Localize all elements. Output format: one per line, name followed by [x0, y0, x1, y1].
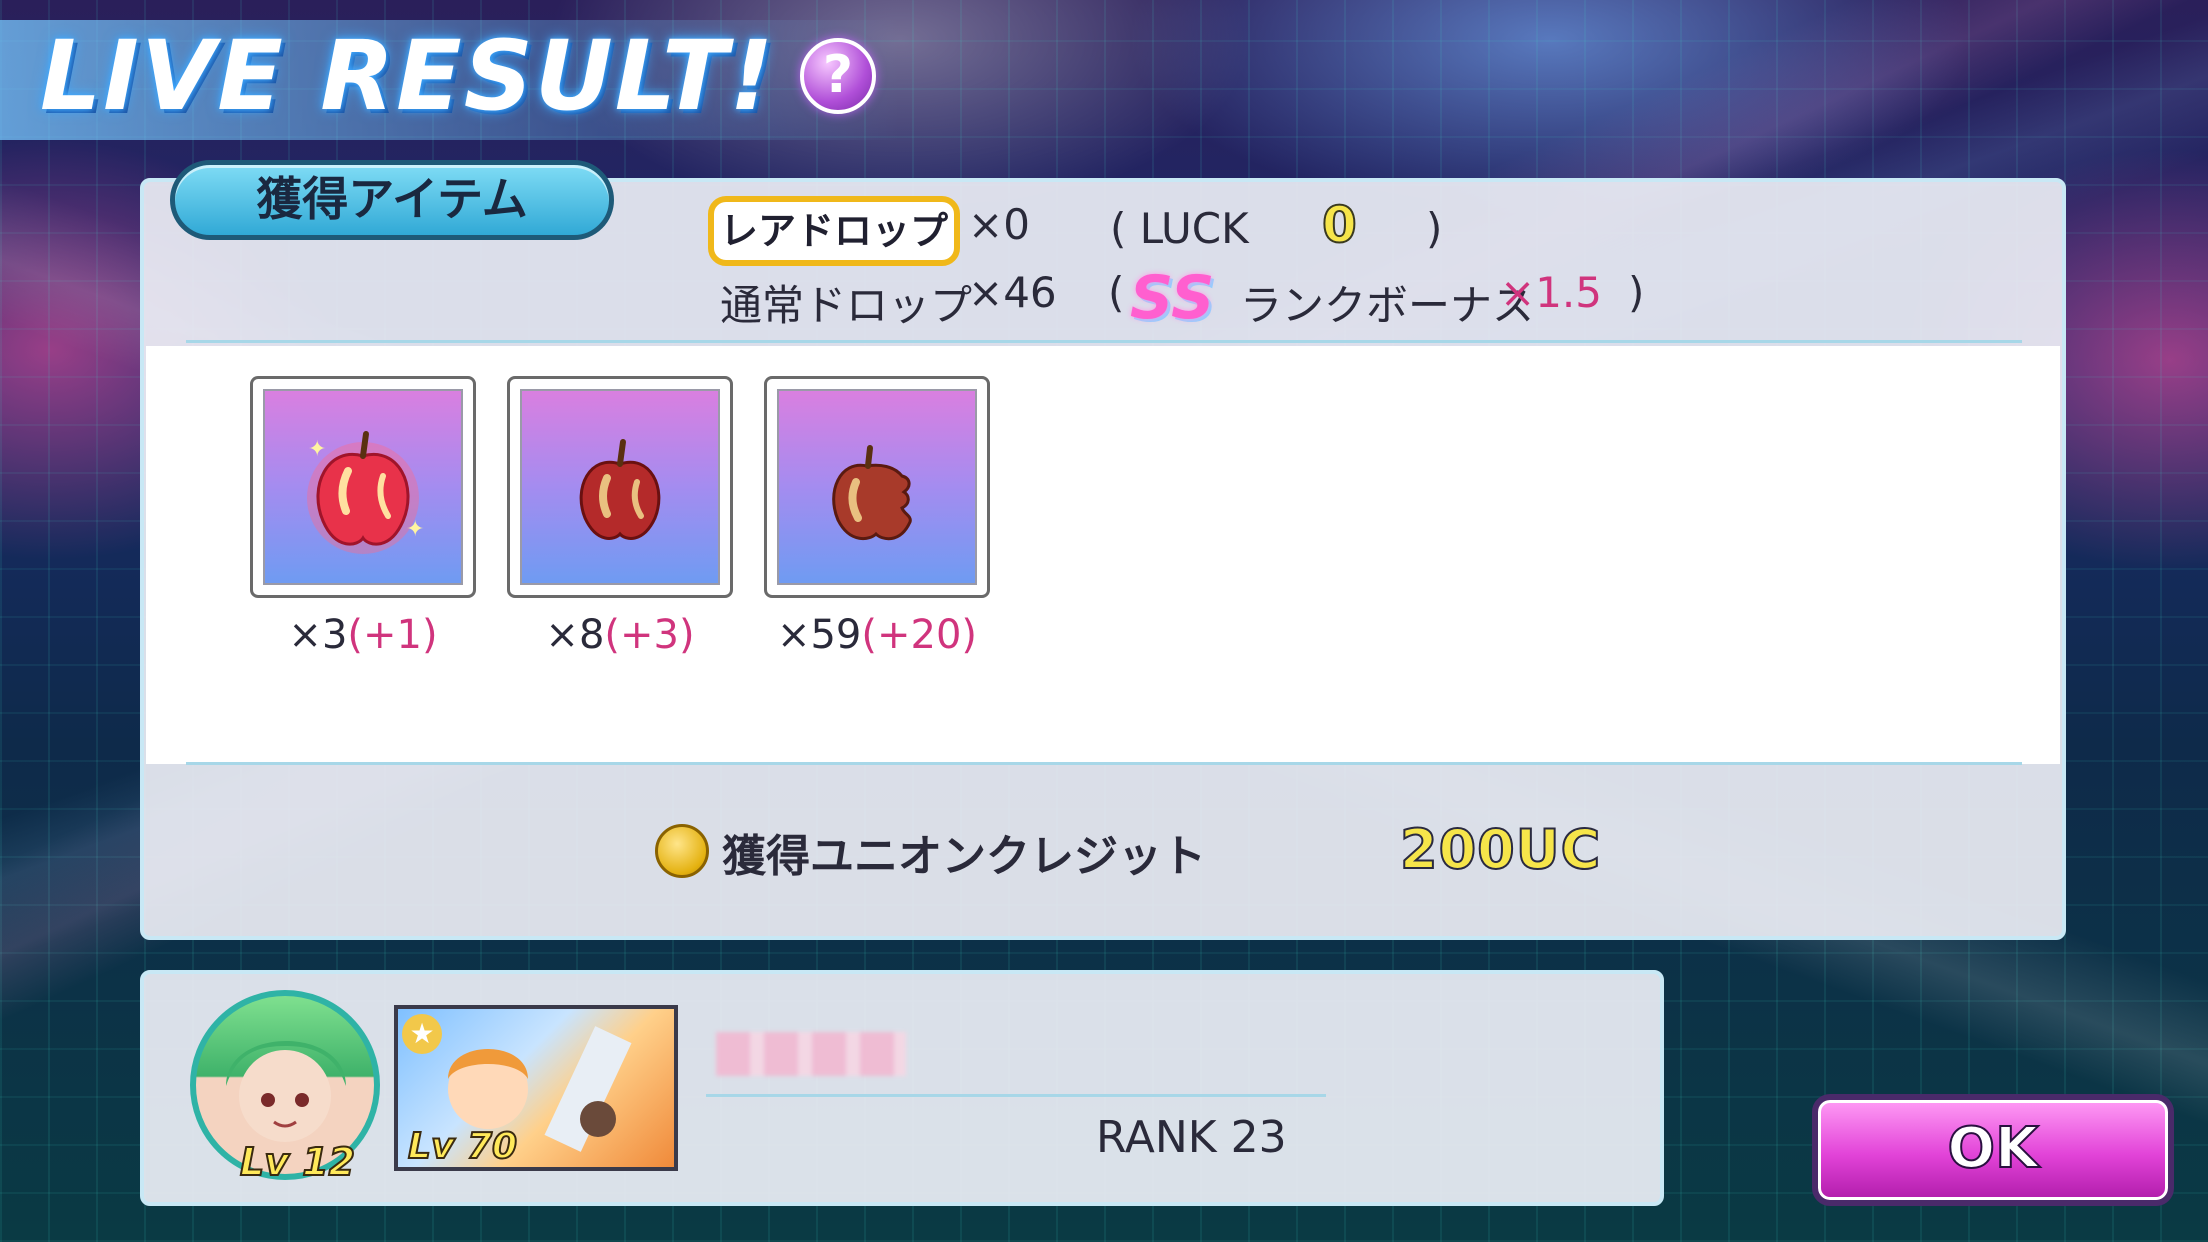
acquired-items-tab: 獲得アイテム [170, 160, 614, 240]
rank-bonus-close: ) [1628, 268, 1645, 317]
rare-drop-count: ×0 [968, 200, 1030, 249]
rare-drop-badge: レアドロップ [708, 196, 960, 266]
golden-apple-icon: ✦ ✦ [307, 430, 424, 554]
item-count: ×8 [545, 612, 605, 658]
help-button[interactable]: ? [800, 38, 876, 114]
page-title: LIVE RESULT! [40, 20, 776, 132]
union-credit-coin-icon [655, 824, 709, 878]
normal-drop-count: ×46 [968, 268, 1057, 317]
svg-text:✦: ✦ [308, 437, 326, 462]
ok-button[interactable]: OK [1812, 1094, 2174, 1206]
divider-top [186, 340, 2022, 343]
avatar-level: Lv 12 [239, 1139, 356, 1185]
player-name-redacted [716, 1032, 906, 1076]
apple-icon [579, 438, 661, 540]
item-count-golden-apple: ×3(+1) [233, 612, 493, 658]
luck-value: 0 [1321, 195, 1358, 255]
ss-rank-badge: SS [1130, 263, 1215, 333]
rank-bonus-label: ランクボーナス [1240, 281, 1535, 330]
item-count: ×3 [288, 612, 348, 658]
item-bonus: (+3) [604, 612, 695, 658]
item-background [520, 389, 720, 585]
union-credit-label: 獲得ユニオンクレジット [722, 831, 1206, 882]
item-count-apple: ×8(+3) [490, 612, 750, 658]
rank-bonus-multiplier: ×1.5 [1500, 268, 1602, 317]
item-slot-bitten-apple[interactable] [764, 376, 990, 598]
item-background [777, 389, 977, 585]
item-slot-apple[interactable] [507, 376, 733, 598]
luck-prefix: ( LUCK [1110, 204, 1249, 253]
normal-drop-label: 通常ドロップ [720, 281, 973, 330]
item-bonus: (+1) [347, 612, 438, 658]
item-count: ×59 [776, 612, 862, 658]
divider-bottom [186, 762, 2022, 765]
svg-text:✦: ✦ [406, 517, 424, 542]
player-rank: RANK 23 [1096, 1112, 1287, 1163]
item-background: ✦ ✦ [263, 389, 463, 585]
item-count-bitten-apple: ×59(+20) [747, 612, 1007, 658]
union-credit-value: 200UC [1399, 817, 1602, 882]
card-level: Lv 70 [407, 1125, 518, 1168]
item-slot-golden-apple[interactable]: ✦ ✦ [250, 376, 476, 598]
bitten-apple-icon [832, 444, 912, 540]
name-underline [706, 1094, 1326, 1097]
rank-bonus-open: ( [1108, 268, 1125, 317]
luck-suffix: ) [1426, 204, 1443, 253]
card-rarity-star-icon: ★ [402, 1014, 442, 1054]
item-bonus: (+20) [861, 612, 978, 658]
